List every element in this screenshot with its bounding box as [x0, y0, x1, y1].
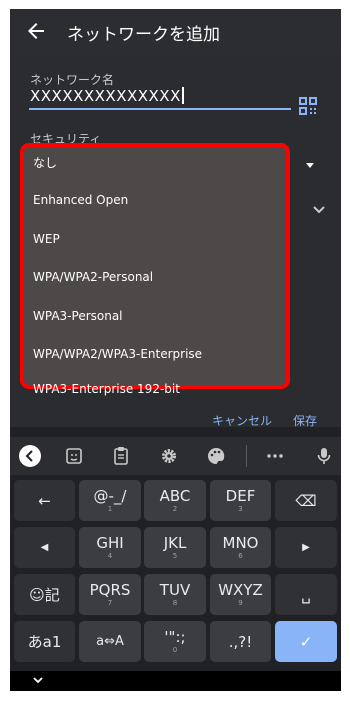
cursor-right-icon: ▶: [302, 541, 310, 553]
save-button[interactable]: 保存: [293, 412, 317, 429]
palette-icon[interactable]: [205, 445, 227, 467]
key-backspace[interactable]: ⌫: [275, 480, 337, 521]
qr-scan-icon[interactable]: [299, 97, 317, 115]
security-option-wpa3-personal[interactable]: WPA3-Personal: [33, 309, 123, 323]
key-symbols-1[interactable]: @-_/1: [79, 480, 141, 521]
advanced-options-chevron-icon[interactable]: [312, 205, 326, 215]
check-icon: ✓: [299, 632, 313, 651]
page-title: ネットワークを追加: [67, 25, 220, 45]
emoji-icon: ☺記: [29, 585, 60, 604]
security-option-wpa-wpa2-wpa3-enterprise[interactable]: WPA/WPA2/WPA3-Enterprise: [33, 347, 202, 361]
key-emoji-kigou[interactable]: ☺記: [14, 574, 75, 615]
key-ghi-4[interactable]: GHI 4: [79, 527, 141, 568]
chevron-down-icon[interactable]: [32, 676, 44, 685]
back-arrow-icon[interactable]: [19, 445, 41, 467]
key-def-3[interactable]: DEF 3: [210, 480, 271, 521]
keyboard: ← @-_/1 ABC 2 DEF 3 ⌫ ◀ GHI 4 JKL 5 MNO 6 ▶ ☺…: [10, 475, 341, 671]
key-pqrs-7[interactable]: PQRS 7: [79, 574, 141, 615]
phone-screen: ネットワークを追加 ネットワーク名 XXXXXXXXXXXXXX セキュリティ …: [10, 9, 341, 691]
security-option-wep[interactable]: WEP: [33, 232, 60, 246]
navigation-bar: [10, 671, 341, 691]
security-option-enhanced-open[interactable]: Enhanced Open: [33, 193, 128, 207]
key-input-mode[interactable]: あa1: [14, 621, 75, 662]
network-name-label: ネットワーク名: [30, 73, 115, 87]
key-cursor-left[interactable]: ◀: [14, 527, 75, 568]
network-name-underline: [29, 108, 291, 110]
key-punct[interactable]: .,?!: [210, 621, 271, 662]
network-name-field[interactable]: XXXXXXXXXXXXXX: [30, 87, 184, 105]
more-icon[interactable]: [264, 445, 286, 467]
key-mno-6[interactable]: MNO 6: [210, 527, 271, 568]
text-cursor: [181, 87, 184, 104]
security-option-wpa3-enterprise-192[interactable]: WPA3-Enterprise 192-bit: [33, 382, 180, 396]
key-undo[interactable]: ←: [14, 480, 75, 521]
security-option-wpa-wpa2-personal[interactable]: WPA/WPA2-Personal: [33, 270, 153, 284]
network-name-value: XXXXXXXXXXXXXX: [30, 87, 181, 105]
suggestion-divider: [246, 445, 247, 467]
security-dropdown-arrow-icon[interactable]: [306, 163, 314, 168]
add-network-form: ネットワーク名 XXXXXXXXXXXXXX セキュリティ キャンセル 保存 な…: [10, 55, 341, 429]
security-option-none[interactable]: なし: [33, 154, 57, 171]
key-tuv-8[interactable]: TUV 8: [144, 574, 206, 615]
settings-gear-icon[interactable]: [158, 445, 180, 467]
key-abc-2[interactable]: ABC 2: [144, 480, 206, 521]
cancel-button[interactable]: キャンセル: [212, 412, 272, 429]
security-dropdown-menu: なし Enhanced Open WEP WPA/WPA2-Personal W…: [20, 143, 290, 396]
sticker-icon[interactable]: [63, 445, 85, 467]
key-cursor-right[interactable]: ▶: [275, 527, 337, 568]
app-bar: ネットワークを追加: [10, 9, 341, 55]
space-icon: ␣: [301, 585, 311, 604]
key-space[interactable]: ␣: [275, 574, 337, 615]
keyboard-suggestion-bar: [10, 437, 341, 475]
key-jkl-5[interactable]: JKL 5: [144, 527, 206, 568]
clipboard-icon[interactable]: [110, 445, 132, 467]
key-wxyz-9[interactable]: WXYZ 9: [210, 574, 271, 615]
backspace-icon: ⌫: [295, 491, 317, 510]
key-case-toggle[interactable]: a⇔A: [79, 621, 141, 662]
back-arrow-icon[interactable]: [24, 19, 48, 43]
key-punct-0[interactable]: '":; 0: [144, 621, 206, 662]
cursor-left-icon: ◀: [40, 541, 49, 553]
mic-icon[interactable]: [313, 445, 335, 467]
key-enter[interactable]: ✓: [275, 621, 337, 662]
